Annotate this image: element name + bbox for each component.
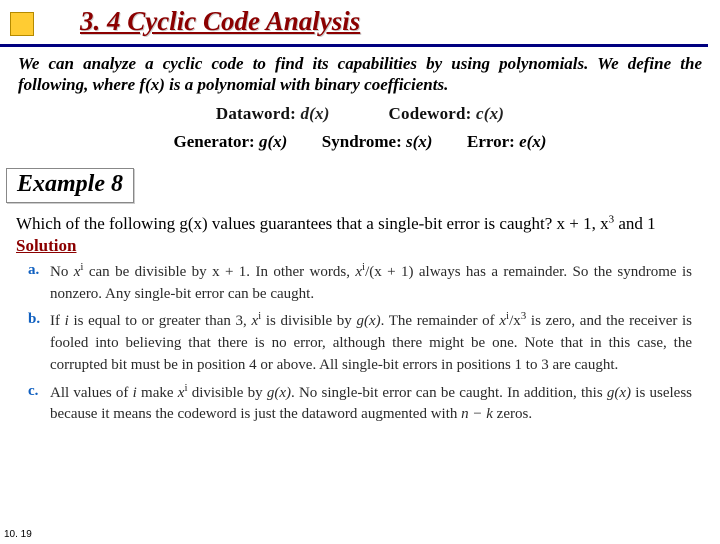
error-fn: e(x)	[519, 132, 546, 151]
slide-marker-icon	[10, 12, 34, 36]
answer-body: If i is equal to or greater than 3, xi i…	[50, 309, 692, 376]
example-badge: Example 8	[6, 168, 134, 203]
definitions-row-2: Generator: g(x) Syndrome: s(x) Error: e(…	[0, 132, 720, 152]
definitions-row-1: Dataword: d(x) Codeword: c(x)	[0, 104, 720, 124]
question-pre: Which of the following g(x) values guara…	[16, 214, 609, 233]
answer-item-c: c. All values of i make xi divisible by …	[28, 381, 692, 427]
syndrome-fn: s(x)	[406, 132, 432, 151]
error-label: Error:	[467, 132, 515, 151]
dataword-label: Dataword:	[216, 104, 296, 123]
codeword-label: Codeword:	[389, 104, 472, 123]
intro-paragraph: We can analyze a cyclic code to find its…	[18, 53, 702, 96]
generator-label: Generator:	[174, 132, 255, 151]
question-post: and 1	[614, 214, 656, 233]
answer-item-b: b. If i is equal to or greater than 3, x…	[28, 309, 692, 376]
page-title: 3. 4 Cyclic Code Analysis	[80, 6, 360, 37]
codeword-fn: c(x)	[476, 104, 504, 123]
answer-body: All values of i make xi divisible by g(x…	[50, 381, 692, 427]
answer-item-a: a. No xi can be divisible by x + 1. In o…	[28, 260, 692, 306]
answer-marker: b.	[28, 309, 50, 376]
question-text: Which of the following g(x) values guara…	[16, 213, 704, 234]
answer-body: No xi can be divisible by x + 1. In othe…	[50, 260, 692, 306]
answer-marker: c.	[28, 381, 50, 427]
definitions-block: Dataword: d(x) Codeword: c(x) Generator:…	[0, 104, 720, 152]
solution-label: Solution	[16, 236, 720, 256]
generator-fn: g(x)	[259, 132, 287, 151]
page-number: 10. 19	[4, 529, 32, 540]
syndrome-label: Syndrome:	[322, 132, 402, 151]
answers-block: a. No xi can be divisible by x + 1. In o…	[28, 260, 692, 426]
answer-marker: a.	[28, 260, 50, 306]
dataword-fn: d(x)	[300, 104, 329, 123]
title-bar: 3. 4 Cyclic Code Analysis	[0, 4, 708, 47]
